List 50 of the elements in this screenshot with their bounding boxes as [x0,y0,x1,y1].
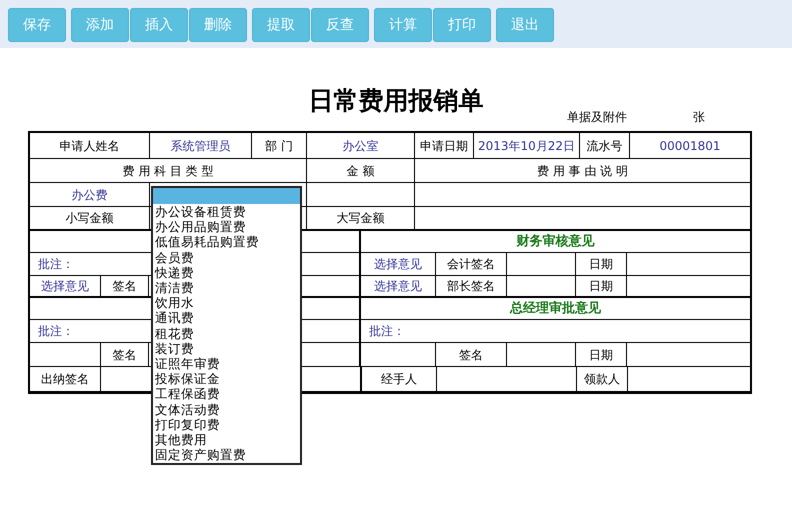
field-label: 经手人 [362,367,437,391]
field-label: 日期 [576,276,627,296]
field-value[interactable]: 选择意见 [361,253,436,275]
field-label: 签名 [436,343,507,366]
dropdown-option[interactable]: 低值易耗品购置费 [153,234,300,250]
field-value[interactable]: 选择意见 [30,276,101,296]
field-value[interactable]: 选择意见 [361,276,436,296]
dropdown-option[interactable]: 饮用水 [153,295,300,310]
field-value[interactable]: 2013年10月22日 [474,133,580,158]
dropdown-option[interactable]: 办公设备租赁费 [153,204,300,220]
field-label: 费 用 事 由 说 明 [536,162,630,180]
field-label: 领款人 [577,367,628,391]
attachments-unit: 张 [693,109,705,126]
dropdown-option[interactable]: 清洁费 [153,280,300,296]
note-label: 批注： [368,323,406,340]
field-label: 部 门 [252,133,307,158]
field-value[interactable]: 办公室 [307,133,415,158]
section-heading: 总经理审批意见 [508,300,602,318]
section-heading: 财务审核意见 [516,232,596,251]
dropdown-option[interactable]: 工程保函费 [153,386,300,402]
field-label: 出纳签名 [30,367,101,391]
field-label: 大写金额 [307,207,415,229]
field-label: 日期 [576,343,627,366]
field-label: 会计签名 [436,253,507,275]
form-title: 日常费用报销单 [308,85,484,116]
dropdown-option[interactable]: 固定资产购置费 [153,447,300,462]
field-label: 日期 [576,253,627,275]
field-value[interactable]: 办公费 [30,183,150,206]
dropdown-option[interactable]: 装订费 [153,340,300,356]
field-value[interactable]: 系统管理员 [150,133,252,158]
dropdown-option[interactable]: 证照年审费 [153,356,300,372]
field-label: 小写金额 [30,207,150,229]
field-label: 金 额 [307,159,415,182]
dropdown-option[interactable]: 办公用品购置费 [153,219,300,234]
field-label: 费 用 科 目 类 型 [30,159,307,182]
field-label: 部长签名 [436,276,507,296]
dropdown-option[interactable]: 文体活动费 [153,402,300,417]
field-label: 申请日期 [415,133,474,158]
dropdown-option[interactable]: 打印复印费 [153,416,300,432]
dropdown-list[interactable]: 办公设备租赁费 办公用品购置费 低值易耗品购置费 会员费 快递费 清洁费 饮用水 通讯费 租花费 装订费 证照年审费 投标保证金 工程保函费 文体活动费 打印复印费 其他费用 固定资产购置费 [151,186,302,465]
field-label: 流水号 [580,133,630,158]
dropdown-option[interactable]: 投标保证金 [153,371,300,386]
field-label: 签名 [101,343,149,366]
dropdown-option[interactable]: 其他费用 [153,432,300,448]
highlighted-option[interactable] [153,188,300,204]
dropdown-option[interactable]: 租花费 [153,326,300,341]
attachments-label: 单据及附件 [567,109,627,126]
field-label: 签名 [101,276,149,296]
field-label: 申请人姓名 [30,133,150,158]
field-value[interactable]: 00001801 [630,133,750,158]
